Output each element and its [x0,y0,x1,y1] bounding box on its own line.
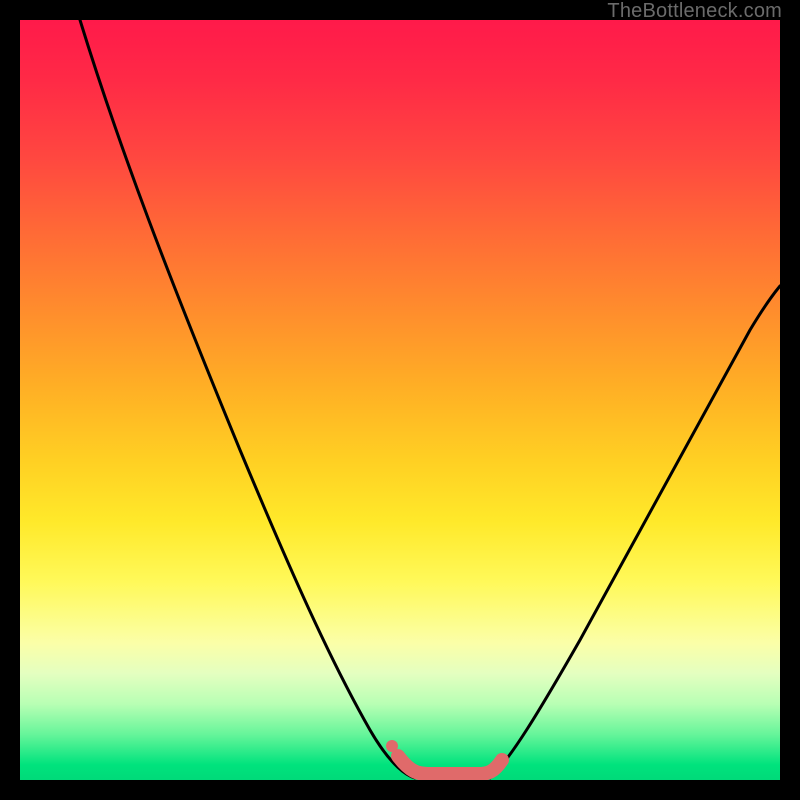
chart-curves [20,20,780,780]
left-curve [80,20,415,778]
right-curve [490,286,780,778]
watermark-text: TheBottleneck.com [607,0,782,23]
valley-accent [398,756,502,774]
valley-dot [386,740,398,752]
chart-plot-area [20,20,780,780]
